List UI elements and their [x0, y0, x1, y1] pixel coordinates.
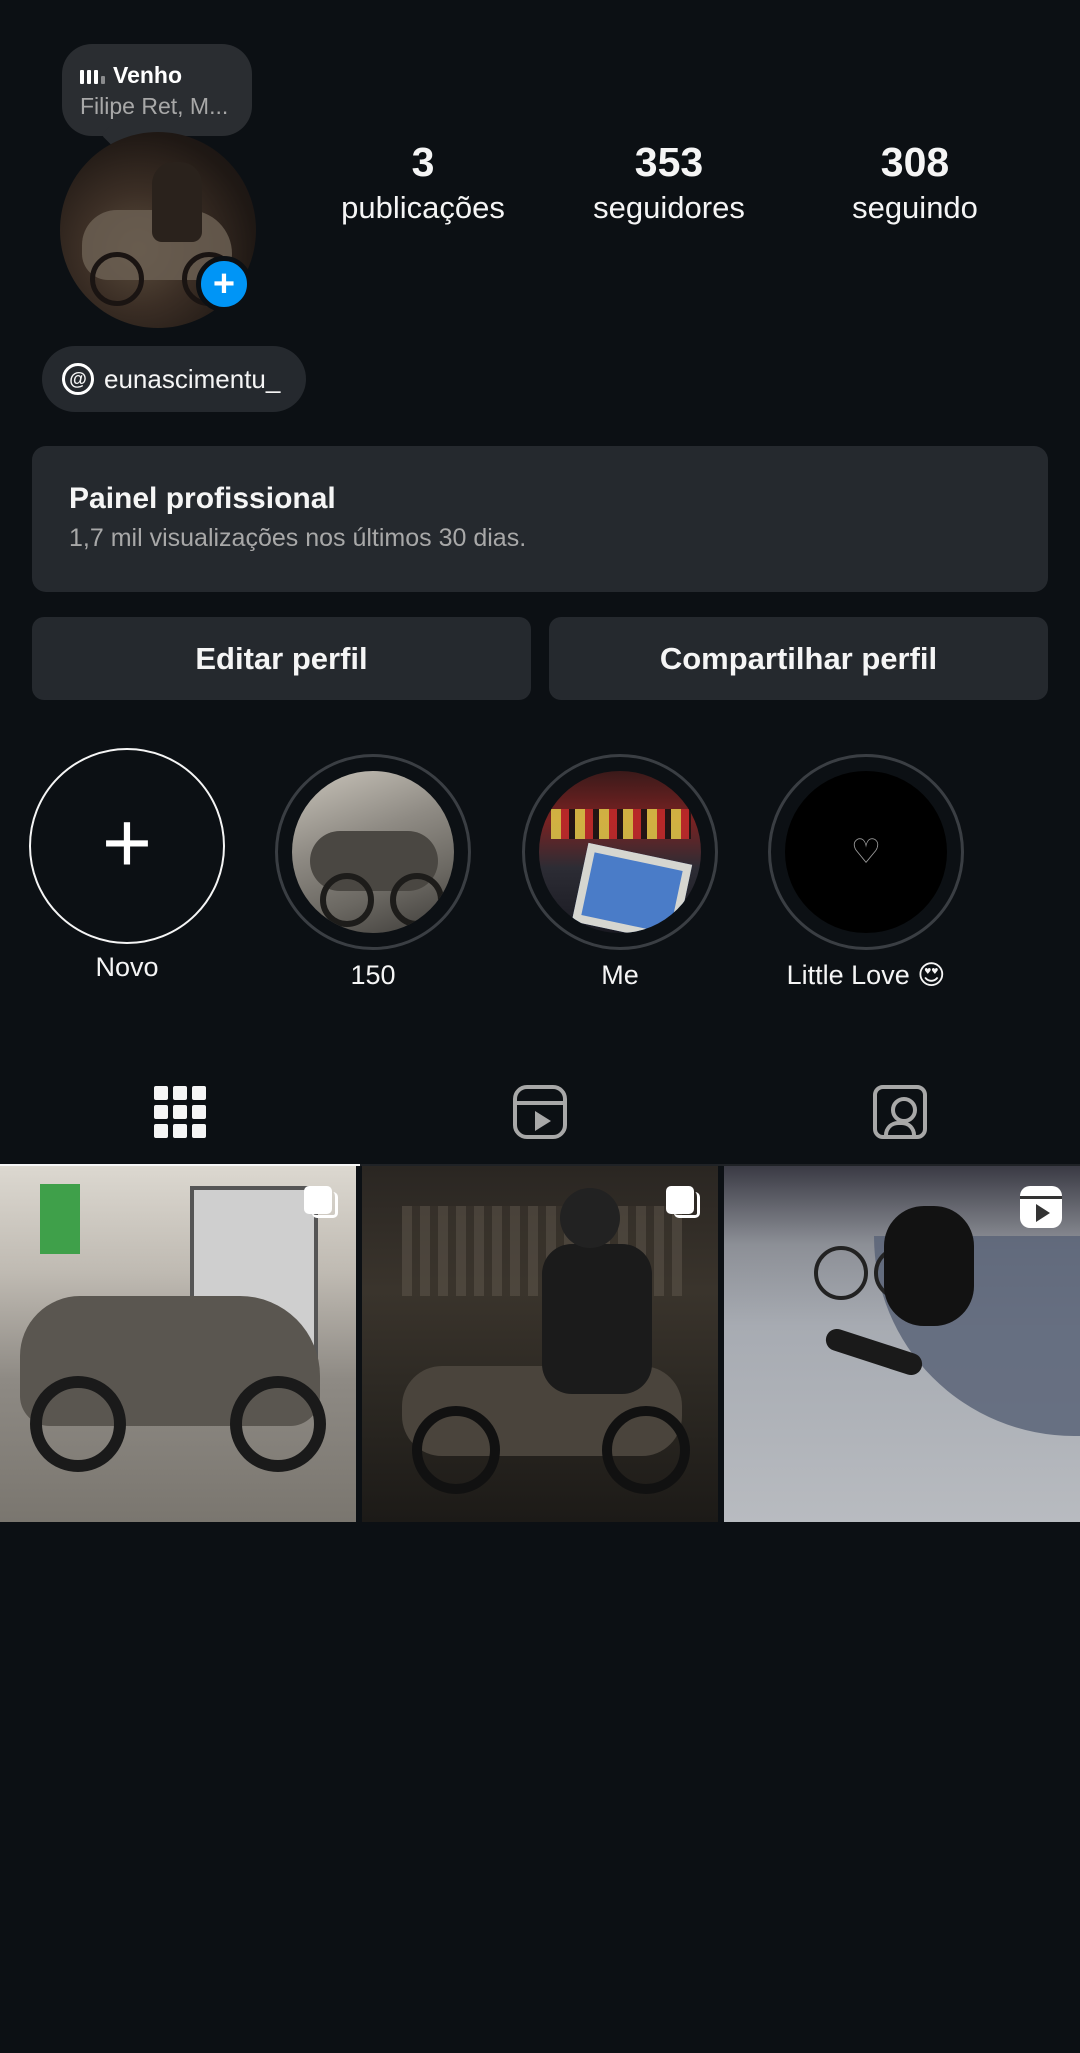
stat-following-value: 308 — [880, 139, 950, 185]
stat-followers[interactable]: 353 seguidores — [546, 138, 792, 228]
stat-followers-label: seguidores — [593, 190, 745, 225]
highlight-label: Novo — [95, 952, 159, 982]
edit-profile-button[interactable]: Editar perfil — [32, 617, 531, 700]
highlight-ring[interactable] — [522, 754, 718, 950]
highlight-image — [292, 771, 454, 933]
profile-tabs — [0, 1060, 1080, 1166]
post-thumbnail[interactable] — [362, 1166, 718, 1522]
music-note-bubble[interactable]: Venho Filipe Ret, M... — [62, 44, 252, 136]
posts-grid — [0, 1166, 1080, 1522]
stat-posts[interactable]: 3 publicações — [300, 138, 546, 228]
post-thumbnail[interactable] — [724, 1166, 1080, 1522]
new-highlight-ring[interactable]: + — [29, 748, 225, 944]
highlight-little-love[interactable]: ♡ Little Love 😍 — [766, 754, 966, 991]
pro-dashboard-subtitle: 1,7 mil visualizações nos últimos 30 dia… — [69, 524, 527, 552]
stat-posts-label: publicações — [341, 190, 505, 225]
highlight-ring[interactable] — [275, 754, 471, 950]
profile-stats: 3 publicações 353 seguidores 308 seguind… — [300, 138, 1040, 228]
stat-following[interactable]: 308 seguindo — [792, 138, 1038, 228]
reels-icon — [513, 1085, 567, 1139]
stat-followers-value: 353 — [634, 139, 704, 185]
stat-posts-value: 3 — [411, 139, 435, 185]
post-thumbnail[interactable] — [0, 1166, 356, 1522]
threads-profile-link[interactable]: @ eunascimentu_ — [42, 346, 307, 412]
tab-tagged[interactable] — [720, 1060, 1080, 1164]
highlight-150[interactable]: 150 — [273, 754, 473, 991]
highlight-new[interactable]: + Novo — [27, 748, 227, 983]
highlight-image: ♡ — [785, 771, 947, 933]
highlight-me[interactable]: Me — [520, 754, 720, 991]
music-bars-icon — [80, 68, 105, 84]
highlight-label: Me — [601, 960, 639, 990]
music-title: Venho — [113, 62, 183, 88]
stat-following-label: seguindo — [852, 190, 978, 225]
highlight-image — [539, 771, 701, 933]
tab-posts-grid[interactable] — [0, 1060, 360, 1166]
share-profile-button[interactable]: Compartilhar perfil — [549, 617, 1048, 700]
heart-icon: ♡ — [850, 833, 882, 871]
tagged-person-icon — [873, 1085, 927, 1139]
grid-icon — [154, 1086, 206, 1138]
threads-icon: @ — [62, 363, 94, 395]
reel-icon — [1020, 1186, 1062, 1228]
carousel-icon — [666, 1186, 700, 1220]
music-artist: Filipe Ret, M... — [80, 93, 229, 119]
add-story-button[interactable]: + — [196, 256, 252, 312]
carousel-icon — [304, 1186, 338, 1220]
highlight-ring[interactable]: ♡ — [768, 754, 964, 950]
highlight-label: 150 — [350, 960, 396, 990]
professional-dashboard[interactable]: Painel profissional 1,7 mil visualizaçõe… — [32, 446, 1048, 592]
highlight-label: Little Love 😍 — [786, 960, 946, 990]
pro-dashboard-title: Painel profissional — [69, 482, 336, 515]
plus-icon: + — [101, 795, 153, 891]
profile-avatar-container[interactable]: + — [60, 132, 256, 328]
threads-handle: eunascimentu_ — [104, 363, 281, 394]
tab-reels[interactable] — [360, 1060, 720, 1164]
